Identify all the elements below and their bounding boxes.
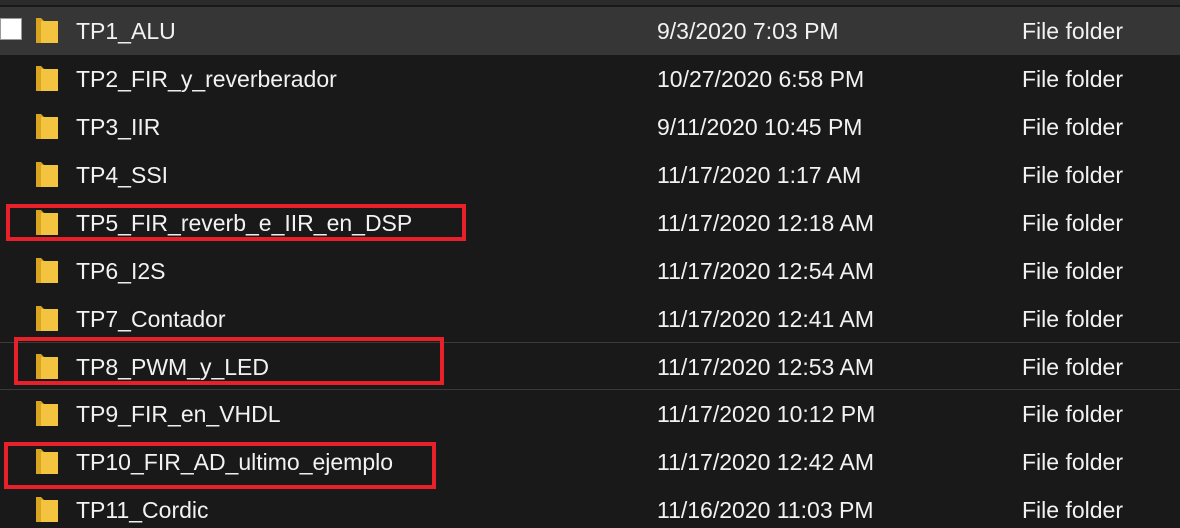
file-type: File folder	[1022, 18, 1123, 44]
folder-icon	[36, 306, 58, 331]
file-name: TP4_SSI	[76, 162, 169, 188]
folder-icon	[36, 66, 58, 91]
date-modified: 11/17/2020 12:54 AM	[657, 258, 874, 284]
file-name: TP8_PWM_y_LED	[76, 354, 270, 380]
folder-icon	[36, 114, 58, 139]
date-modified: 11/17/2020 12:42 AM	[657, 449, 874, 475]
date-modified: 11/17/2020 12:41 AM	[657, 306, 874, 332]
file-type: File folder	[1022, 114, 1123, 140]
file-type: File folder	[1022, 401, 1123, 427]
file-row-tp1-alu[interactable]: TP1_ALU 9/3/2020 7:03 PM File folder	[0, 7, 1180, 55]
date-modified: 10/27/2020 6:58 PM	[657, 66, 865, 92]
file-name: TP2_FIR_y_reverberador	[76, 66, 337, 92]
file-row-tp2-fir-y-reverberador[interactable]: TP2_FIR_y_reverberador 10/27/2020 6:58 P…	[0, 55, 1180, 103]
folder-icon	[36, 258, 58, 283]
file-list: TP1_ALU 9/3/2020 7:03 PM File folder TP2…	[0, 0, 1180, 528]
folder-icon	[36, 162, 58, 187]
file-type: File folder	[1022, 210, 1123, 236]
date-modified: 9/11/2020 10:45 PM	[657, 114, 863, 140]
folder-icon	[36, 401, 58, 426]
date-modified: 11/17/2020 1:17 AM	[657, 162, 862, 188]
file-name: TP7_Contador	[76, 306, 226, 332]
file-row-tp11-cordic[interactable]: TP11_Cordic 11/16/2020 11:03 PM File fol…	[0, 486, 1180, 528]
file-type: File folder	[1022, 449, 1123, 475]
file-type: File folder	[1022, 354, 1123, 380]
date-modified: 11/17/2020 10:12 PM	[657, 401, 876, 427]
header-edge	[0, 0, 1180, 5]
file-type: File folder	[1022, 258, 1123, 284]
file-row-tp8-pwm-y-led[interactable]: TP8_PWM_y_LED 11/17/2020 12:53 AM File f…	[0, 342, 1180, 390]
file-row-tp7-contador[interactable]: TP7_Contador 11/17/2020 12:41 AM File fo…	[0, 295, 1180, 343]
file-name: TP3_IIR	[76, 114, 161, 140]
file-name: TP9_FIR_en_VHDL	[76, 401, 281, 427]
date-modified: 11/17/2020 12:53 AM	[657, 354, 874, 380]
folder-icon	[36, 497, 58, 522]
date-modified: 11/17/2020 12:18 AM	[657, 210, 874, 236]
file-name: TP11_Cordic	[76, 497, 209, 523]
file-type: File folder	[1022, 162, 1123, 188]
file-row-tp6-i2s[interactable]: TP6_I2S 11/17/2020 12:54 AM File folder	[0, 247, 1180, 295]
file-name: TP5_FIR_reverb_e_IIR_en_DSP	[76, 210, 413, 236]
file-type: File folder	[1022, 66, 1123, 92]
file-row-tp10-fir-ad-ultimo-ejemplo[interactable]: TP10_FIR_AD_ultimo_ejemplo 11/17/2020 12…	[0, 438, 1180, 486]
folder-icon	[36, 449, 58, 474]
file-name: TP1_ALU	[76, 18, 176, 44]
file-type: File folder	[1022, 306, 1123, 332]
folder-icon	[36, 210, 58, 235]
file-row-tp5-fir-reverb-e-iir-en-dsp[interactable]: TP5_FIR_reverb_e_IIR_en_DSP 11/17/2020 1…	[0, 199, 1180, 247]
date-modified: 11/16/2020 11:03 PM	[657, 497, 874, 523]
file-type: File folder	[1022, 497, 1123, 523]
file-row-tp9-fir-en-vhdl[interactable]: TP9_FIR_en_VHDL 11/17/2020 10:12 PM File…	[0, 390, 1180, 438]
folder-icon	[36, 18, 58, 43]
file-name: TP10_FIR_AD_ultimo_ejemplo	[76, 449, 394, 475]
file-name: TP6_I2S	[76, 258, 166, 284]
row-checkbox[interactable]	[0, 18, 22, 40]
file-row-tp4-ssi[interactable]: TP4_SSI 11/17/2020 1:17 AM File folder	[0, 151, 1180, 199]
file-row-tp3-iir[interactable]: TP3_IIR 9/11/2020 10:45 PM File folder	[0, 103, 1180, 151]
date-modified: 9/3/2020 7:03 PM	[657, 18, 839, 44]
folder-icon	[36, 354, 58, 379]
